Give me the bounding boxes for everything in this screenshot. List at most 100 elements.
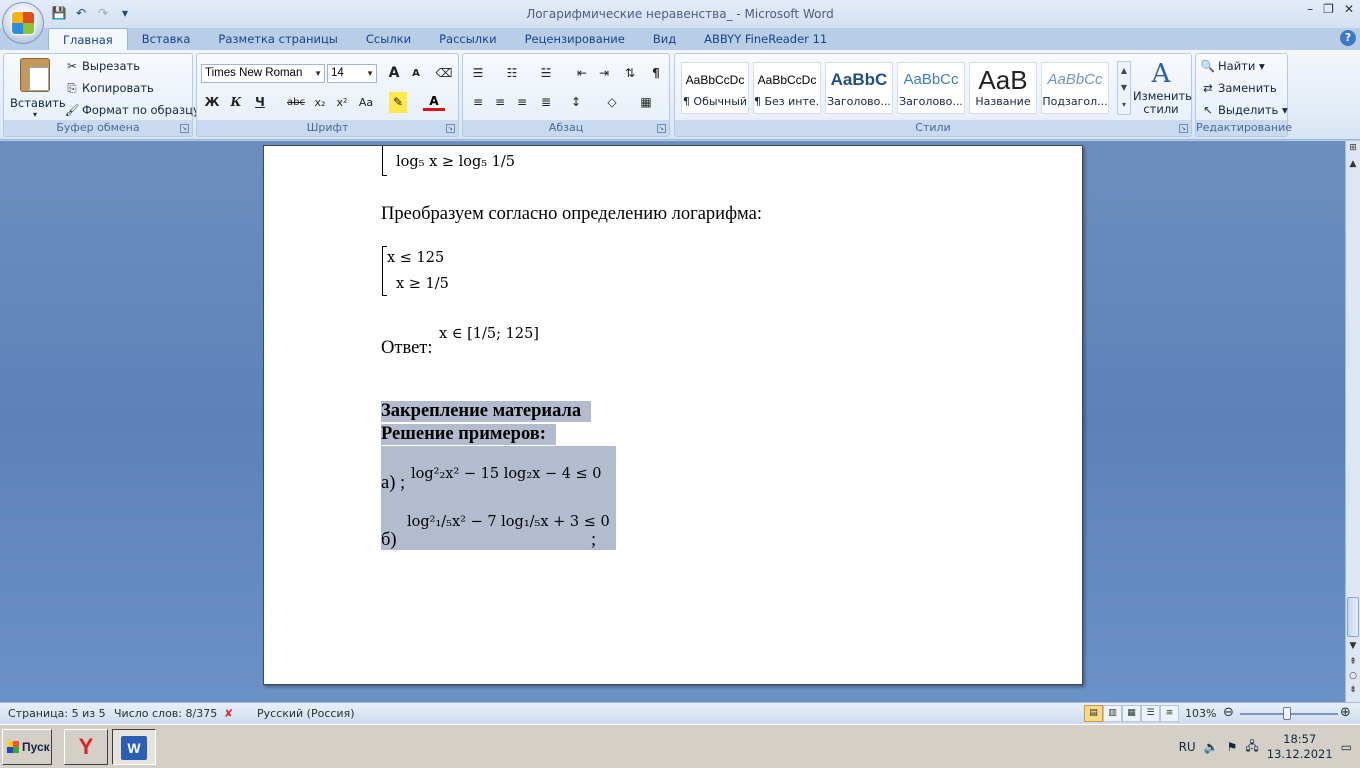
show-desktop-icon[interactable]: ▭ — [1341, 740, 1352, 754]
style-normal[interactable]: AaBbCcDc ¶ Обычный — [681, 62, 749, 114]
flag-icon[interactable]: ⚑ — [1227, 740, 1238, 754]
group-label: Шрифт — [197, 120, 458, 136]
spellcheck-icon[interactable]: ✘ — [224, 707, 233, 720]
dialog-launcher-icon[interactable]: ↘ — [446, 124, 455, 133]
dialog-launcher-icon[interactable]: ↘ — [657, 124, 666, 133]
cursor-icon: ↖ — [1203, 103, 1213, 117]
heading-examples: Решение примеров: — [381, 424, 556, 445]
bold-button[interactable]: Ж — [201, 92, 223, 113]
style-title[interactable]: AaB Название — [969, 62, 1037, 114]
multilevel-list-icon[interactable]: ☱ — [535, 63, 557, 84]
print-layout-icon[interactable]: ▤ — [1084, 705, 1103, 722]
shading-icon[interactable]: ◇ — [601, 92, 623, 113]
tab-view[interactable]: Вид — [639, 28, 690, 50]
yandex-browser-icon[interactable]: Y — [64, 729, 108, 765]
zoom-in-icon[interactable]: ⊕ — [1340, 705, 1351, 720]
strikethrough-button[interactable]: abc — [285, 92, 307, 113]
scroll-up-icon[interactable]: ▲ — [1346, 159, 1360, 169]
align-left-icon[interactable]: ≡ — [467, 92, 489, 113]
paste-label: Вставить — [10, 96, 66, 110]
superscript-button[interactable]: x² — [331, 92, 353, 113]
zoom-slider-thumb[interactable] — [1283, 707, 1291, 720]
numbering-icon[interactable]: ☷ — [501, 63, 523, 84]
paste-button[interactable]: Вставить ▾ — [10, 58, 66, 119]
show-marks-icon[interactable]: ¶ — [645, 63, 667, 84]
help-icon[interactable]: ? — [1340, 30, 1356, 46]
format-painter-button[interactable]: 🖌 Формат по образцу — [64, 100, 200, 120]
justify-icon[interactable]: ≣ — [535, 92, 557, 113]
ruler-toggle-icon[interactable]: ⊞ — [1346, 143, 1360, 153]
change-case-button[interactable]: Aa — [355, 92, 377, 113]
prev-page-icon[interactable]: ⇞ — [1346, 657, 1360, 667]
font-color-button[interactable]: A — [423, 92, 445, 111]
zoom-level[interactable]: 103% — [1185, 707, 1216, 720]
draft-icon[interactable]: ≡ — [1160, 705, 1179, 722]
paste-icon — [20, 58, 50, 92]
borders-icon[interactable]: ▦ — [635, 92, 657, 113]
style-heading1[interactable]: AaBbC Заголово... — [825, 62, 893, 114]
find-button[interactable]: 🔍 Найти ▾ — [1200, 56, 1265, 76]
office-button[interactable] — [2, 2, 44, 44]
copy-button[interactable]: ⎘ Копировать — [64, 78, 153, 98]
web-layout-icon[interactable]: ▦ — [1122, 705, 1141, 722]
clock[interactable]: 18:57 13.12.2021 — [1267, 732, 1333, 762]
start-button[interactable]: Пуск — [2, 729, 52, 765]
cut-button[interactable]: ✂ Вырезать — [64, 56, 140, 76]
language-indicator[interactable]: Русский (Россия) — [257, 707, 355, 720]
title-bar: 💾 ↶ ↷ ▾ Логарифмические неравенства_ - M… — [0, 0, 1360, 28]
font-name-combo[interactable]: Times New Roman ▼ — [201, 64, 325, 83]
zoom-out-icon[interactable]: ⊖ — [1223, 705, 1234, 720]
volume-icon[interactable]: 🔈 — [1204, 740, 1219, 754]
browse-object-icon[interactable]: ○ — [1346, 671, 1360, 681]
tab-home[interactable]: Главная — [48, 28, 128, 50]
dialog-launcher-icon[interactable]: ↘ — [1179, 124, 1188, 133]
increase-indent-icon[interactable]: ⇥ — [593, 63, 615, 84]
style-heading2[interactable]: AaBbCc Заголово... — [897, 62, 965, 114]
style-no-spacing[interactable]: AaBbCcDc ¶ Без инте... — [753, 62, 821, 114]
document-page[interactable]: log₅ x ≥ log₅ 1/5 Преобразуем согласно о… — [263, 145, 1083, 685]
italic-button[interactable]: К — [225, 92, 247, 113]
tab-page-layout[interactable]: Разметка страницы — [204, 28, 351, 50]
shrink-font-button[interactable]: A — [405, 63, 427, 84]
page-counter[interactable]: Страница: 5 из 5 — [8, 707, 106, 720]
maximize-button[interactable]: ❐ — [1323, 2, 1334, 16]
select-button[interactable]: ↖ Выделить ▾ — [1200, 100, 1288, 120]
tab-review[interactable]: Рецензирование — [511, 28, 639, 50]
network-icon[interactable]: 🖧 — [1245, 737, 1258, 758]
tab-mailings[interactable]: Рассылки — [425, 28, 510, 50]
scroll-thumb[interactable] — [1347, 597, 1359, 637]
line-spacing-icon[interactable]: ↕ — [565, 92, 587, 113]
next-page-icon[interactable]: ⇟ — [1346, 685, 1360, 695]
outline-icon[interactable]: ☰ — [1141, 705, 1160, 722]
example-a-math: log²₂x² − 15 log₂x − 4 ≤ 0 — [411, 466, 602, 482]
tab-references[interactable]: Ссылки — [352, 28, 425, 50]
close-button[interactable]: ✕ — [1344, 2, 1354, 16]
minimize-button[interactable]: – — [1307, 2, 1313, 16]
bullets-icon[interactable]: ☰ — [467, 63, 489, 84]
word-task-button[interactable]: W — [112, 729, 156, 765]
scroll-down-icon[interactable]: ▼ — [1346, 641, 1360, 651]
example-a-label: а) ; — [381, 473, 406, 493]
replace-button[interactable]: ⇄ Заменить — [1200, 78, 1276, 98]
tab-insert[interactable]: Вставка — [128, 28, 205, 50]
tab-abbyy[interactable]: ABBYY FineReader 11 — [690, 28, 841, 50]
change-styles-button[interactable]: A Изменить стили — [1133, 58, 1192, 118]
clear-format-icon[interactable]: ⌫ — [433, 63, 455, 84]
language-tray[interactable]: RU — [1179, 740, 1196, 754]
align-center-icon[interactable]: ≡ — [489, 92, 511, 113]
full-screen-icon[interactable]: ▥ — [1103, 705, 1122, 722]
highlight-icon[interactable]: ✎ — [389, 92, 407, 113]
style-subtitle[interactable]: AaBbCc Подзагол... — [1041, 62, 1109, 114]
subscript-button[interactable]: x₂ — [309, 92, 331, 113]
align-right-icon[interactable]: ≡ — [511, 92, 533, 113]
styles-scroll[interactable]: ▲ ▼ ▾ — [1117, 61, 1131, 115]
underline-button[interactable]: Ч — [249, 92, 271, 113]
sort-icon[interactable]: ⇅ — [619, 63, 641, 84]
decrease-indent-icon[interactable]: ⇤ — [571, 63, 593, 84]
word-count[interactable]: Число слов: 8/375 — [114, 707, 217, 720]
ribbon: Вставить ▾ ✂ Вырезать ⎘ Копировать 🖌 Формат… — [0, 50, 1360, 140]
grow-font-button[interactable]: A — [383, 63, 405, 84]
dialog-launcher-icon[interactable]: ↘ — [180, 124, 189, 133]
font-size-combo[interactable]: 14 ▼ — [327, 64, 377, 83]
vertical-scrollbar[interactable]: ⊞ ▲ ▼ ⇞ ○ ⇟ — [1345, 141, 1360, 702]
